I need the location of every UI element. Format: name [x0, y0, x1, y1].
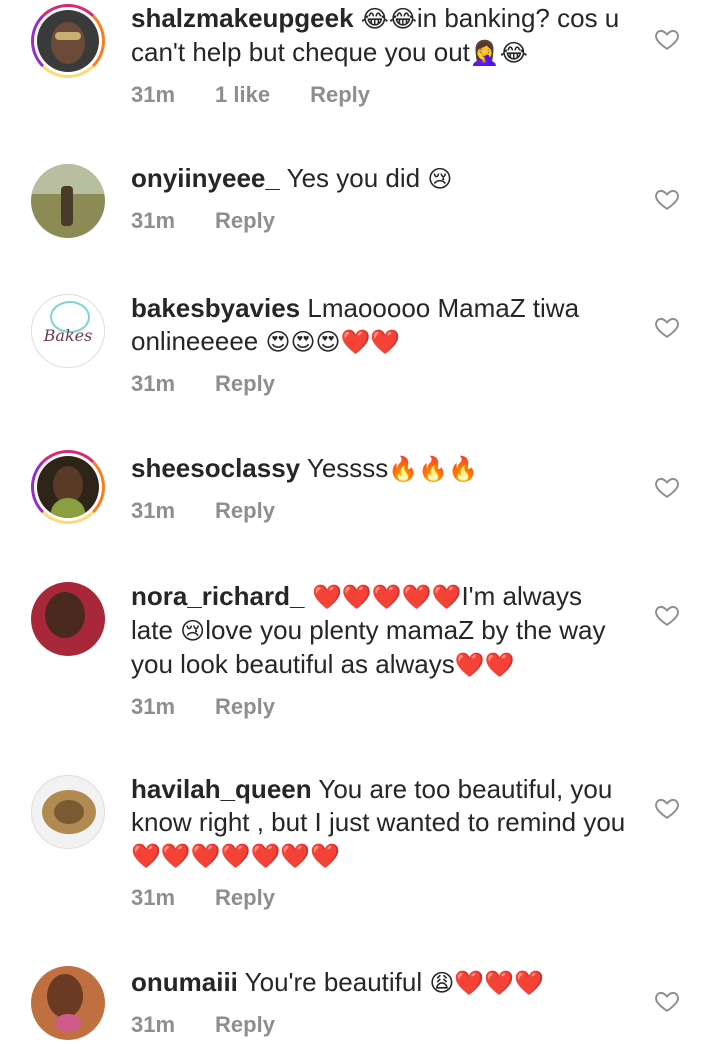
avatar[interactable] — [31, 582, 105, 656]
username[interactable]: havilah_queen — [131, 774, 312, 804]
timestamp: 31m — [131, 694, 176, 719]
timestamp: 31m — [131, 1012, 176, 1037]
username[interactable]: bakesbyavies — [131, 293, 300, 323]
username[interactable]: onyiinyeee_ — [131, 163, 280, 193]
avatar[interactable] — [31, 966, 105, 1040]
comment-meta: 31m Reply — [131, 1012, 631, 1038]
emoji: ❤️❤️❤️❤️❤️❤️❤️ — [131, 842, 341, 870]
reply-button[interactable]: Reply — [310, 82, 370, 108]
like-heart-icon[interactable] — [654, 186, 680, 212]
timestamp: 31m — [131, 885, 176, 910]
emoji: 😢 — [427, 165, 453, 193]
comment-meta: 31m Reply — [131, 371, 631, 397]
comment-text: bakesbyavies Lmaooooo MamaZ tiwa onlinee… — [131, 293, 580, 356]
username[interactable]: shalzmakeupgeek — [131, 3, 354, 33]
comment-meta: 31m Reply — [131, 885, 631, 911]
comment-text: havilah_queen You are too beautiful, you… — [131, 774, 626, 870]
avatar[interactable] — [31, 164, 105, 238]
comment-text: sheesoclassy Yessss🔥🔥🔥 — [131, 453, 478, 483]
comment-meta: 31m Reply — [131, 694, 631, 720]
comment-meta: 31m 1 like Reply — [131, 82, 631, 108]
emoji: 😩❤️❤️❤️ — [429, 969, 545, 997]
emoji: 😂😂 — [360, 5, 417, 33]
like-heart-icon[interactable] — [654, 26, 680, 52]
timestamp: 31m — [131, 371, 176, 396]
comment-meta: 31m Reply — [131, 498, 631, 524]
like-heart-icon[interactable] — [654, 602, 680, 628]
emoji: 🔥🔥🔥 — [388, 455, 478, 483]
username[interactable]: sheesoclassy — [131, 453, 300, 483]
emoji: ❤️❤️❤️❤️❤️ — [304, 583, 462, 611]
reply-button[interactable]: Reply — [215, 1012, 275, 1038]
avatar[interactable]: Bakes — [31, 294, 105, 368]
comment-meta: 31m Reply — [131, 208, 631, 234]
avatar[interactable] — [31, 775, 105, 849]
like-heart-icon[interactable] — [654, 314, 680, 340]
reply-button[interactable]: Reply — [215, 371, 275, 397]
emoji: ❤️❤️ — [454, 651, 515, 679]
emoji: 🤦‍♀️😂 — [469, 39, 528, 67]
like-heart-icon[interactable] — [654, 474, 680, 500]
timestamp: 31m — [131, 208, 176, 233]
username[interactable]: onumaiii — [131, 967, 238, 997]
timestamp: 31m — [131, 82, 176, 107]
comment-text: shalzmakeupgeek 😂😂in banking? cos u can'… — [131, 3, 620, 67]
emoji: 😍😍😍❤️❤️ — [265, 328, 401, 356]
like-heart-icon[interactable] — [654, 988, 680, 1014]
comment-text: onyiinyeee_ Yes you did 😢 — [131, 163, 453, 193]
avatar[interactable] — [31, 450, 105, 524]
username[interactable]: nora_richard_ — [131, 581, 304, 611]
reply-button[interactable]: Reply — [215, 694, 275, 720]
comment-text: nora_richard_ ❤️❤️❤️❤️❤️I'm always late … — [131, 581, 606, 679]
reply-button[interactable]: Reply — [215, 498, 275, 524]
avatar-logo-text: Bakes — [43, 325, 93, 345]
emoji: 😢 — [180, 617, 206, 645]
like-heart-icon[interactable] — [654, 795, 680, 821]
reply-button[interactable]: Reply — [215, 208, 275, 234]
comment-text: onumaiii You're beautiful 😩❤️❤️❤️ — [131, 967, 545, 997]
timestamp: 31m — [131, 498, 176, 523]
reply-button[interactable]: Reply — [215, 885, 275, 911]
avatar[interactable] — [31, 4, 105, 78]
likes-count[interactable]: 1 like — [215, 82, 270, 108]
